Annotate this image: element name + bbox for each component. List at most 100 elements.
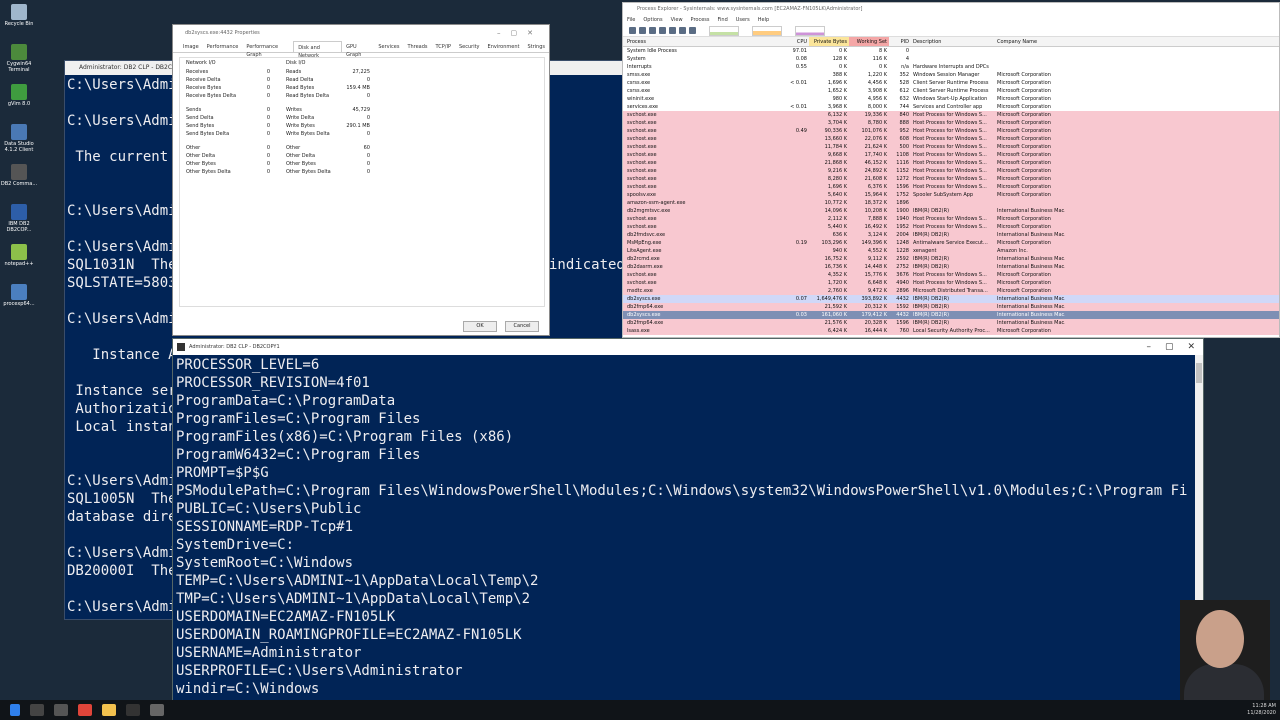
- menu-find[interactable]: Find: [718, 15, 728, 25]
- process-row[interactable]: LiteAgent.exe 940 K 4,552 K 1228 xenagent Ama…: [623, 247, 1279, 255]
- column-pid[interactable]: PID: [889, 37, 911, 46]
- menu-options[interactable]: Options: [643, 15, 662, 25]
- process-row[interactable]: msdtc.exe 2,760 K 9,472 K 2896 Microsoft Dis…: [623, 287, 1279, 295]
- process-row[interactable]: System 0.08 128 K 116 K 4: [623, 55, 1279, 63]
- tab-image[interactable]: Image: [179, 41, 203, 52]
- kill-process-icon[interactable]: [669, 27, 676, 34]
- tab-performance[interactable]: Performance: [203, 41, 243, 52]
- cpu-graph[interactable]: [709, 25, 739, 36]
- io-graph[interactable]: [795, 25, 825, 36]
- column-company[interactable]: Company Name: [995, 37, 1065, 46]
- close-icon[interactable]: ✕: [1187, 339, 1195, 355]
- maximize-icon[interactable]: ▢: [1165, 339, 1174, 355]
- process-row[interactable]: svchost.exe 8,280 K 21,608 K 1272 Host Proce…: [623, 175, 1279, 183]
- tab-tcpip[interactable]: TCP/IP: [432, 41, 455, 52]
- dialog-window-buttons[interactable]: –▢✕: [497, 25, 543, 41]
- menu-process[interactable]: Process: [691, 15, 710, 25]
- column-private-bytes[interactable]: Private Bytes: [809, 37, 849, 46]
- desktop-icon-cygwin[interactable]: Cygwin64 Terminal: [0, 44, 38, 84]
- desktop-icon-recycle-bin[interactable]: Recycle Bin: [0, 4, 38, 44]
- process-row[interactable]: svchost.exe 9,668 K 17,740 K 1108 Host Proce…: [623, 151, 1279, 159]
- column-working-set[interactable]: Working Set: [849, 37, 889, 46]
- tab-disk-and-network[interactable]: Disk and Network: [293, 41, 343, 59]
- process-row[interactable]: db2fmdsvc.exe 636 K 3,124 K 2004 IBM(R) DB2(…: [623, 231, 1279, 239]
- cancel-button[interactable]: Cancel: [505, 321, 539, 332]
- process-row[interactable]: db2rcmd.exe 16,752 K 9,112 K 2592 IBM(R) DB2…: [623, 255, 1279, 263]
- process-cell-desc: Host Process for Windows S...: [913, 168, 987, 174]
- process-row[interactable]: svchost.exe 9,216 K 24,892 K 1152 Host Proce…: [623, 167, 1279, 175]
- process-cell-pid: 1592: [896, 304, 909, 310]
- process-row[interactable]: csrss.exe < 0.01 1,696 K 4,456 K 528 Client S…: [623, 79, 1279, 87]
- process-row[interactable]: svchost.exe 0.49 90,336 K 101,076 K 952 Host …: [623, 127, 1279, 135]
- process-row[interactable]: svchost.exe 1,720 K 6,648 K 4940 Host Proces…: [623, 279, 1279, 287]
- column-cpu[interactable]: CPU: [779, 37, 809, 46]
- process-row[interactable]: svchost.exe 21,868 K 46,152 K 1116 Host Proc…: [623, 159, 1279, 167]
- menu-file[interactable]: File: [627, 15, 635, 25]
- file-explorer-icon[interactable]: [102, 704, 116, 716]
- process-row[interactable]: Interrupts 0.55 0 K 0 K n/a Hardware Interrup…: [623, 63, 1279, 71]
- tab-performance-graph[interactable]: Performance Graph: [242, 41, 293, 58]
- desktop-icon-notepadpp[interactable]: notepad++: [0, 244, 38, 284]
- process-row[interactable]: smss.exe 388 K 1,220 K 352 Windows Session M…: [623, 71, 1279, 79]
- target-icon[interactable]: [689, 27, 696, 34]
- process-row[interactable]: svchost.exe 13,660 K 22,076 K 608 Host Proce…: [623, 135, 1279, 143]
- process-row[interactable]: svchost.exe 5,440 K 16,492 K 1952 Host Proce…: [623, 223, 1279, 231]
- ok-button[interactable]: OK: [463, 321, 497, 332]
- tab-environment[interactable]: Environment: [484, 41, 524, 52]
- minimize-icon[interactable]: –: [1146, 339, 1151, 355]
- process-row[interactable]: lsass.exe 6,424 K 16,444 K 760 Local Securit…: [623, 327, 1279, 335]
- process-row[interactable]: amazon-ssm-agent.exe 10,772 K 18,372 K 1896: [623, 199, 1279, 207]
- tree-icon[interactable]: [659, 27, 666, 34]
- process-row[interactable]: svchost.exe 6,132 K 19,336 K 840 Host Proces…: [623, 111, 1279, 119]
- start-icon[interactable]: [10, 704, 20, 716]
- process-row[interactable]: db2syscs.exe 0.07 1,649,476 K 393,892 K 4432…: [623, 295, 1279, 303]
- tab-services[interactable]: Services: [374, 41, 403, 52]
- tab-threads[interactable]: Threads: [403, 41, 431, 52]
- terminal-icon[interactable]: [126, 704, 140, 716]
- console-output[interactable]: PROCESSOR_LEVEL=6 PROCESSOR_REVISION=4f01…: [173, 355, 1203, 698]
- chrome-icon[interactable]: [78, 704, 92, 716]
- scrollbar-thumb[interactable]: [1196, 363, 1202, 383]
- process-properties-dialog[interactable]: db2syscs.exe:4432 Properties –▢✕ Image P…: [172, 24, 550, 336]
- tab-security[interactable]: Security: [455, 41, 484, 52]
- process-row[interactable]: db2syscs.exe 0.03 161,060 K 179,412 K 4432 IB…: [623, 311, 1279, 319]
- db2-clp-console-window[interactable]: Administrator: DB2 CLP - DB2COPY1 – ▢ ✕ …: [172, 338, 1204, 708]
- desktop-icon-ibm-db2[interactable]: IBM DB2 DB2COP...: [0, 204, 38, 244]
- find-icon[interactable]: [679, 27, 686, 34]
- process-row[interactable]: System Idle Process 97.01 0 K 8 K 0: [623, 47, 1279, 55]
- process-row[interactable]: svchost.exe 3,704 K 8,780 K 888 Host Process…: [623, 119, 1279, 127]
- process-row[interactable]: db2fmp64.exe 21,576 K 20,328 K 1596 IBM(R) D…: [623, 319, 1279, 327]
- process-row[interactable]: svchost.exe 11,784 K 21,624 K 500 Host Proce…: [623, 143, 1279, 151]
- process-explorer-window[interactable]: Process Explorer - Sysinternals: www.sys…: [622, 2, 1280, 338]
- desktop-icon-db2-command[interactable]: DB2 Comma...: [0, 164, 38, 204]
- procexp-taskbar-icon[interactable]: [150, 704, 164, 716]
- commit-graph[interactable]: [752, 25, 782, 36]
- column-description[interactable]: Description: [911, 37, 995, 46]
- desktop-icon-procexp[interactable]: procexp64...: [0, 284, 38, 324]
- desktop-icon-data-studio[interactable]: Data Studio 4.1.2 Client: [0, 124, 38, 164]
- process-row[interactable]: svchost.exe 1,696 K 6,376 K 1596 Host Proces…: [623, 183, 1279, 191]
- process-row[interactable]: services.exe < 0.01 3,968 K 8,000 K 744 Servi…: [623, 103, 1279, 111]
- search-icon[interactable]: [30, 704, 44, 716]
- process-row[interactable]: db2dasrm.exe 16,736 K 14,448 K 2752 IBM(R) D…: [623, 263, 1279, 271]
- system-info-icon[interactable]: [649, 27, 656, 34]
- process-row[interactable]: MsMpEng.exe 0.19 103,296 K 149,396 K 1248 Ant…: [623, 239, 1279, 247]
- process-row[interactable]: svchost.exe 4,352 K 15,776 K 3676 Host Proce…: [623, 271, 1279, 279]
- column-process[interactable]: Process: [623, 37, 779, 46]
- system-tray-clock[interactable]: 11:28 AM 11/28/2020: [1247, 703, 1276, 717]
- process-row[interactable]: svchost.exe 2,112 K 7,888 K 1940 Host Proces…: [623, 215, 1279, 223]
- process-row[interactable]: db2fmp64.exe 21,592 K 20,312 K 1592 IBM(R) D…: [623, 303, 1279, 311]
- process-row[interactable]: db2mgmtsvc.exe 14,096 K 10,208 K 1900 IBM(R)…: [623, 207, 1279, 215]
- save-icon[interactable]: [629, 27, 636, 34]
- tab-gpu-graph[interactable]: GPU Graph: [342, 41, 374, 58]
- menu-users[interactable]: Users: [736, 15, 750, 25]
- process-row[interactable]: spoolsv.exe 5,640 K 15,964 K 1752 Spooler Su…: [623, 191, 1279, 199]
- process-row[interactable]: wininit.exe 980 K 4,956 K 632 Windows Start-…: [623, 95, 1279, 103]
- refresh-icon[interactable]: [639, 27, 646, 34]
- tab-strings[interactable]: Strings: [523, 41, 549, 52]
- menu-help[interactable]: Help: [758, 15, 769, 25]
- task-view-icon[interactable]: [54, 704, 68, 716]
- process-row[interactable]: csrss.exe 1,652 K 3,908 K 612 Client Server …: [623, 87, 1279, 95]
- desktop-icon-gvim[interactable]: gVim 8.0: [0, 84, 38, 124]
- menu-view[interactable]: View: [671, 15, 683, 25]
